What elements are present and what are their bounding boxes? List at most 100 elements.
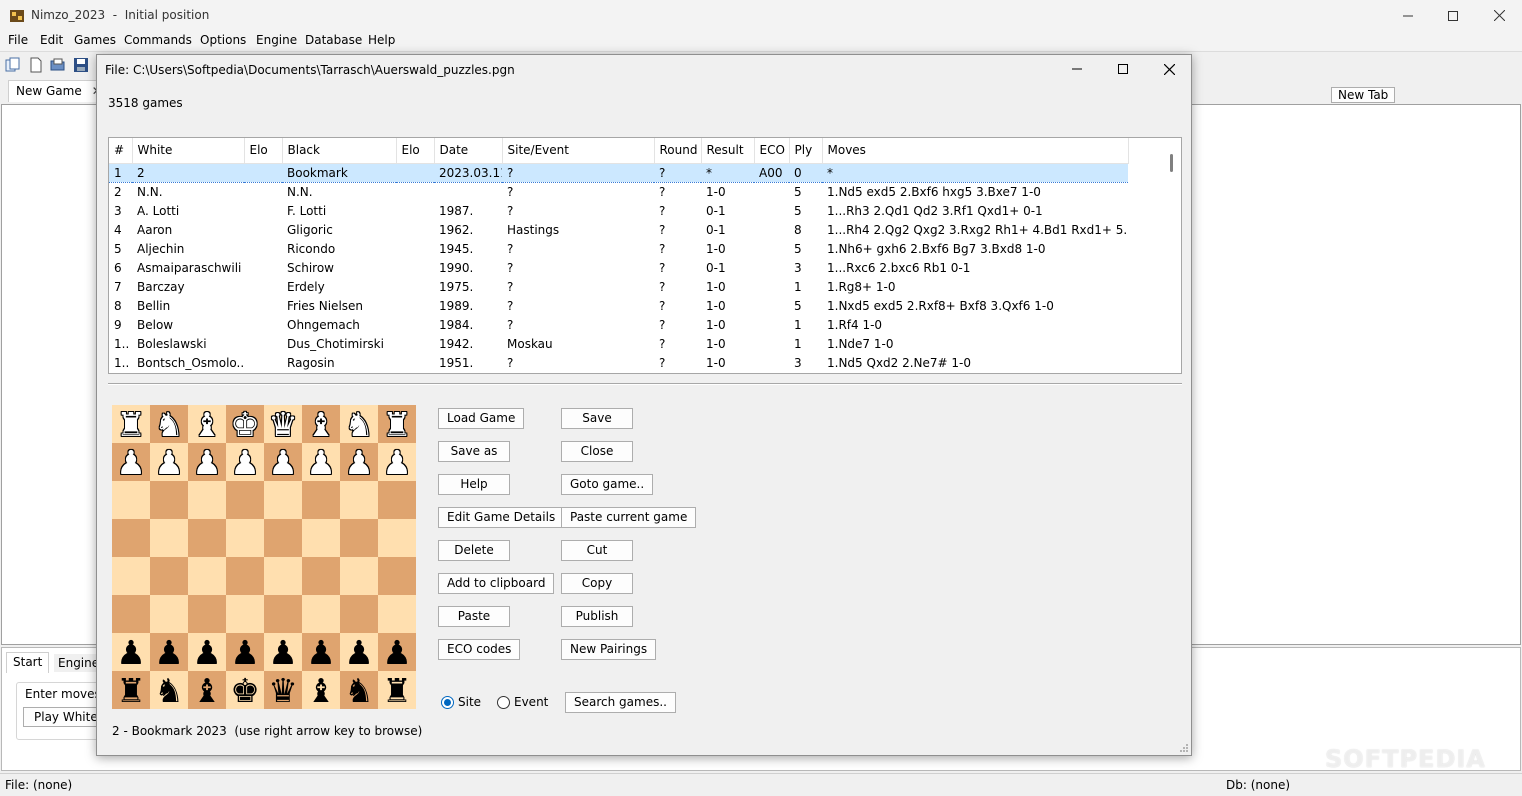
tab-new-game[interactable]: New Game✕ <box>8 80 110 102</box>
board-square[interactable] <box>340 595 378 633</box>
header-col-white[interactable]: White <box>132 138 245 164</box>
board-square[interactable]: ♟ <box>340 633 378 671</box>
menu-options[interactable]: Options <box>200 33 246 47</box>
board-square[interactable]: ♝ <box>188 405 226 443</box>
black-pawn-icon[interactable]: ♟ <box>116 636 146 669</box>
board-square[interactable] <box>112 595 150 633</box>
board-square[interactable] <box>302 519 340 557</box>
white-pawn-icon[interactable]: ♟ <box>230 446 260 479</box>
board-square[interactable] <box>188 557 226 595</box>
header-col-site-event[interactable]: Site/Event <box>502 138 655 164</box>
splitter[interactable] <box>108 383 1182 385</box>
header-col-moves[interactable]: Moves <box>822 138 1129 164</box>
help-button[interactable]: Help <box>438 474 510 495</box>
board-square[interactable]: ♟ <box>340 443 378 481</box>
board-square[interactable] <box>340 557 378 595</box>
table-row[interactable]: 1 2 Bookmark 2023.03.11?? * A00 0 * <box>109 162 1128 183</box>
load-game-button[interactable]: Load Game <box>438 408 525 429</box>
publish-button[interactable]: Publish <box>561 606 633 627</box>
board-square[interactable] <box>188 481 226 519</box>
close-button[interactable]: Close <box>561 441 633 462</box>
board-square[interactable] <box>150 481 188 519</box>
new-file-icon[interactable] <box>28 57 44 73</box>
delete-button[interactable]: Delete <box>438 540 510 561</box>
black-pawn-icon[interactable]: ♟ <box>192 636 222 669</box>
white-queen-icon[interactable]: ♛ <box>268 408 298 441</box>
save-button[interactable]: Save <box>561 408 633 429</box>
board-square[interactable]: ♜ <box>378 671 416 709</box>
radio-event[interactable]: Event <box>497 695 548 709</box>
board-square[interactable] <box>150 595 188 633</box>
copy-icon[interactable] <box>5 57 21 73</box>
board-square[interactable]: ♞ <box>150 671 188 709</box>
board-square[interactable] <box>150 519 188 557</box>
white-pawn-icon[interactable]: ♟ <box>116 446 146 479</box>
black-rook-icon[interactable]: ♜ <box>116 674 146 707</box>
white-knight-icon[interactable]: ♞ <box>154 408 184 441</box>
board-square[interactable]: ♞ <box>150 405 188 443</box>
white-rook-icon[interactable]: ♜ <box>382 408 412 441</box>
black-queen-icon[interactable]: ♛ <box>268 674 298 707</box>
board-square[interactable] <box>264 595 302 633</box>
board-square[interactable] <box>112 557 150 595</box>
board-square[interactable]: ♟ <box>264 633 302 671</box>
board-square[interactable]: ♟ <box>112 443 150 481</box>
board-square[interactable] <box>302 595 340 633</box>
table-row[interactable]: 6 Asmaiparaschwili Schirow 1990.?? 0-1 3 1...R… <box>109 258 1128 277</box>
board-square[interactable]: ♛ <box>264 405 302 443</box>
board-square[interactable] <box>150 557 188 595</box>
board-square[interactable] <box>302 481 340 519</box>
close-window-button[interactable] <box>1476 0 1522 31</box>
board-square[interactable] <box>378 557 416 595</box>
board-square[interactable]: ♟ <box>150 443 188 481</box>
menu-file[interactable]: File <box>8 33 28 47</box>
search-games-button[interactable]: Search games.. <box>565 692 676 713</box>
add-to-clipboard-button[interactable]: Add to clipboard <box>438 573 555 594</box>
board-square[interactable]: ♟ <box>378 443 416 481</box>
games-list[interactable]: # White Elo Black Elo Date Site/Event Round Resu… <box>108 137 1182 374</box>
menu-commands[interactable]: Commands <box>124 33 192 47</box>
header-col-date[interactable]: Date <box>434 138 503 164</box>
white-knight-icon[interactable]: ♞ <box>344 408 374 441</box>
board-square[interactable]: ♟ <box>188 443 226 481</box>
black-pawn-icon[interactable]: ♟ <box>230 636 260 669</box>
board-square[interactable]: ♟ <box>378 633 416 671</box>
paste-button[interactable]: Paste <box>438 606 510 627</box>
white-pawn-icon[interactable]: ♟ <box>154 446 184 479</box>
board-square[interactable] <box>340 519 378 557</box>
table-row[interactable]: 5 Aljechin Ricondo 1945.?? 1-0 5 1.Nh6+ gxh6 2… <box>109 239 1128 258</box>
black-king-icon[interactable]: ♚ <box>230 674 260 707</box>
board-square[interactable] <box>378 595 416 633</box>
menu-help[interactable]: Help <box>368 33 395 47</box>
board-square[interactable]: ♜ <box>112 405 150 443</box>
white-pawn-icon[interactable]: ♟ <box>382 446 412 479</box>
white-rook-icon[interactable]: ♜ <box>116 408 146 441</box>
open-folder-icon[interactable] <box>50 57 66 73</box>
white-pawn-icon[interactable]: ♟ <box>306 446 336 479</box>
white-bishop-icon[interactable]: ♝ <box>192 408 222 441</box>
board-square[interactable]: ♟ <box>302 633 340 671</box>
header-col-num[interactable]: # <box>109 138 133 164</box>
board-square[interactable]: ♜ <box>378 405 416 443</box>
chess-board[interactable]: ♜ ♞ ♝ ♚ ♛ ♝ ♞ ♜ ♟ ♟ ♟ ♟ ♟ ♟ ♟ ♟ ♟ ♟ ♟ ♟ ♟ ♟ ♟ ♟ ♜ ♞ ♝ ♚ ♛ ♝ ♞ ♜ <box>112 405 417 710</box>
header-col-round[interactable]: Round <box>654 138 702 164</box>
menu-database[interactable]: Database <box>305 33 362 47</box>
header-col-black-elo[interactable]: Elo <box>396 138 435 164</box>
dialog-close-button[interactable] <box>1146 55 1192 83</box>
cut-button[interactable]: Cut <box>561 540 633 561</box>
black-pawn-icon[interactable]: ♟ <box>382 636 412 669</box>
black-knight-icon[interactable]: ♞ <box>344 674 374 707</box>
black-pawn-icon[interactable]: ♟ <box>154 636 184 669</box>
board-square[interactable]: ♝ <box>188 671 226 709</box>
board-square[interactable]: ♞ <box>340 405 378 443</box>
menu-games[interactable]: Games <box>74 33 116 47</box>
black-pawn-icon[interactable]: ♟ <box>344 636 374 669</box>
board-square[interactable] <box>112 481 150 519</box>
table-row[interactable]: 4 Aaron Gligoric 1962. Hastings? 0-1 8 1...Rh4 … <box>109 220 1128 239</box>
paste-current-game-button[interactable]: Paste current game <box>561 507 697 528</box>
board-square[interactable] <box>340 481 378 519</box>
black-pawn-icon[interactable]: ♟ <box>306 636 336 669</box>
board-square[interactable] <box>264 557 302 595</box>
white-king-icon[interactable]: ♚ <box>230 408 260 441</box>
dialog-minimize-button[interactable] <box>1054 55 1100 83</box>
